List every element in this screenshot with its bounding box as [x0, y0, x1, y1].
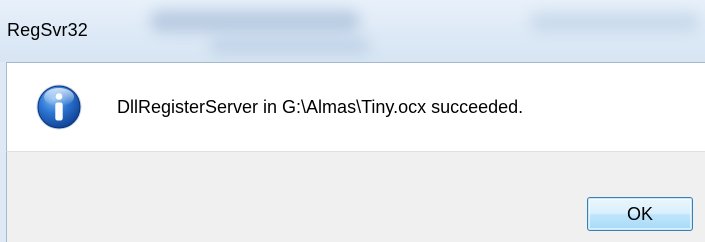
window-title: RegSvr32 [7, 20, 88, 40]
message-area: DllRegisterServer in G:\Almas\Tiny.ocx s… [6, 62, 705, 151]
message-text: DllRegisterServer in G:\Almas\Tiny.ocx s… [117, 97, 524, 117]
background-blur [530, 12, 700, 32]
background-blur [210, 38, 370, 54]
background-blur [150, 10, 360, 32]
title-bar[interactable]: RegSvr32 [0, 0, 705, 62]
button-bar: OK [6, 151, 705, 242]
information-icon [36, 84, 82, 130]
ok-button[interactable]: OK [587, 197, 693, 231]
